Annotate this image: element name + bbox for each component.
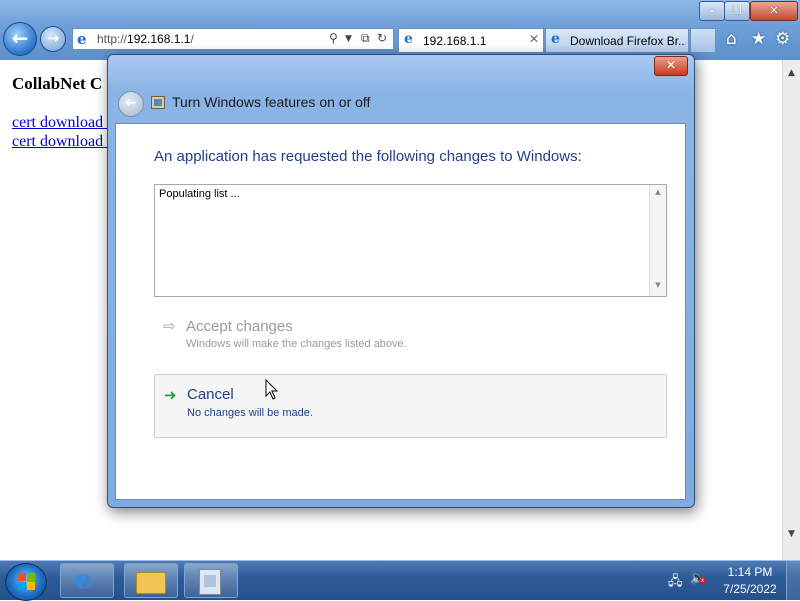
home-icon[interactable]: ⌂: [726, 29, 737, 49]
address-bar[interactable]: e http://192.168.1.1/ ⚲ ▼ ⧉ ↻: [72, 28, 394, 50]
changes-list[interactable]: Populating list ... ▲ ▼: [154, 184, 667, 297]
tab-label: 192.168.1.1: [423, 34, 487, 48]
back-arrow-icon: ←: [125, 95, 137, 111]
taskbar: e 🖧 🔈 x 1:14 PM 7/25/2022: [0, 560, 800, 601]
back-icon: ←: [11, 26, 29, 50]
favorites-icon[interactable]: ★: [751, 29, 766, 49]
folder-icon: [136, 572, 166, 594]
minimize-button[interactable]: –: [699, 1, 725, 21]
chevron-down-icon[interactable]: ▼: [345, 34, 352, 44]
restore-icon: ❐: [732, 4, 742, 17]
url-path: /: [190, 32, 194, 46]
scroll-down-icon[interactable]: ▼: [783, 526, 800, 543]
restore-button[interactable]: ❐: [724, 1, 750, 21]
compatibility-view-icon[interactable]: ⧉: [361, 31, 370, 46]
page-heading: CollabNet C: [12, 74, 103, 93]
tab-download-firefox[interactable]: e Download Firefox Br...: [545, 28, 689, 52]
taskbar-control-panel[interactable]: [184, 563, 238, 598]
arrow-right-icon: ⇨: [163, 317, 176, 335]
close-icon: ✕: [665, 58, 677, 72]
scroll-up-icon[interactable]: ▲: [650, 188, 666, 196]
internet-explorer-icon: e: [75, 565, 92, 595]
cert-download-link[interactable]: cert download (: [12, 114, 112, 132]
cancel-button[interactable]: ➜ Cancel No changes will be made.: [154, 374, 667, 438]
windows-logo-icon: [27, 582, 35, 590]
accept-changes-label: Accept changes: [186, 318, 293, 335]
window-close-button[interactable]: ✕: [750, 1, 798, 21]
control-panel-icon: [199, 569, 221, 595]
windows-logo-icon: [18, 573, 26, 581]
scroll-down-icon[interactable]: ▼: [650, 281, 666, 289]
taskbar-windows-explorer[interactable]: [124, 563, 178, 598]
arrow-right-icon: ➜: [164, 386, 177, 404]
instruction-text: An application has requested the followi…: [154, 148, 582, 165]
muted-badge-icon: x: [699, 577, 706, 584]
close-tab-icon[interactable]: ✕: [529, 32, 539, 46]
forward-icon: →: [46, 29, 60, 47]
close-icon: ✕: [769, 4, 779, 17]
scroll-up-icon[interactable]: ▲: [783, 65, 800, 82]
url-host: 192.168.1.1: [127, 32, 191, 46]
tab-192-168-1-1[interactable]: e 192.168.1.1 ✕: [398, 28, 544, 52]
cancel-description: No changes will be made.: [187, 407, 313, 419]
dialog-back-button[interactable]: ←: [118, 91, 144, 117]
gear-icon[interactable]: ⚙: [775, 29, 790, 49]
new-tab-button[interactable]: [690, 28, 716, 52]
dialog-close-button[interactable]: ✕: [654, 56, 688, 76]
ie-tab-icon: e: [404, 31, 413, 47]
refresh-icon[interactable]: ↻: [377, 31, 387, 45]
cert-download-link[interactable]: cert download (: [12, 133, 112, 151]
accept-changes-description: Windows will make the changes listed abo…: [186, 338, 407, 350]
changes-list-text: Populating list ...: [159, 188, 240, 200]
ie-toolbar-area: – ❐ ✕ ← → e http://192.168.1.1/ ⚲ ▼ ⧉ ↻ …: [0, 0, 800, 60]
ie-page-icon: e: [77, 30, 87, 48]
cancel-label: Cancel: [187, 386, 234, 403]
clock-time[interactable]: 1:14 PM: [722, 565, 778, 579]
network-icon[interactable]: 🖧: [668, 572, 683, 594]
clock-date[interactable]: 7/25/2022: [718, 582, 782, 596]
windows-features-icon: [151, 96, 165, 109]
ie-tab-icon: e: [551, 31, 560, 47]
mouse-cursor-icon: [265, 379, 279, 400]
address-url[interactable]: http://192.168.1.1/: [97, 32, 194, 46]
search-icon[interactable]: ⚲: [329, 31, 338, 45]
list-scrollbar[interactable]: ▲ ▼: [649, 185, 666, 296]
windows-features-dialog: ✕ ← Turn Windows features on or off An a…: [107, 54, 695, 508]
forward-button[interactable]: →: [40, 26, 66, 52]
windows-logo-icon: [18, 582, 26, 590]
show-desktop-button[interactable]: [786, 561, 800, 600]
tab-label: Download Firefox Br...: [570, 34, 686, 48]
vertical-scrollbar[interactable]: ▲ ▼: [782, 60, 800, 560]
taskbar-internet-explorer[interactable]: e: [60, 563, 114, 598]
dialog-body: An application has requested the followi…: [115, 123, 686, 500]
minimize-icon: –: [709, 4, 715, 17]
dialog-title: Turn Windows features on or off: [172, 94, 371, 110]
back-button[interactable]: ←: [3, 22, 37, 56]
url-scheme: http://: [97, 32, 128, 46]
windows-logo-icon: [27, 573, 35, 581]
accept-changes-button: ⇨ Accept changes Windows will make the c…: [154, 314, 667, 362]
start-button[interactable]: [5, 563, 47, 601]
